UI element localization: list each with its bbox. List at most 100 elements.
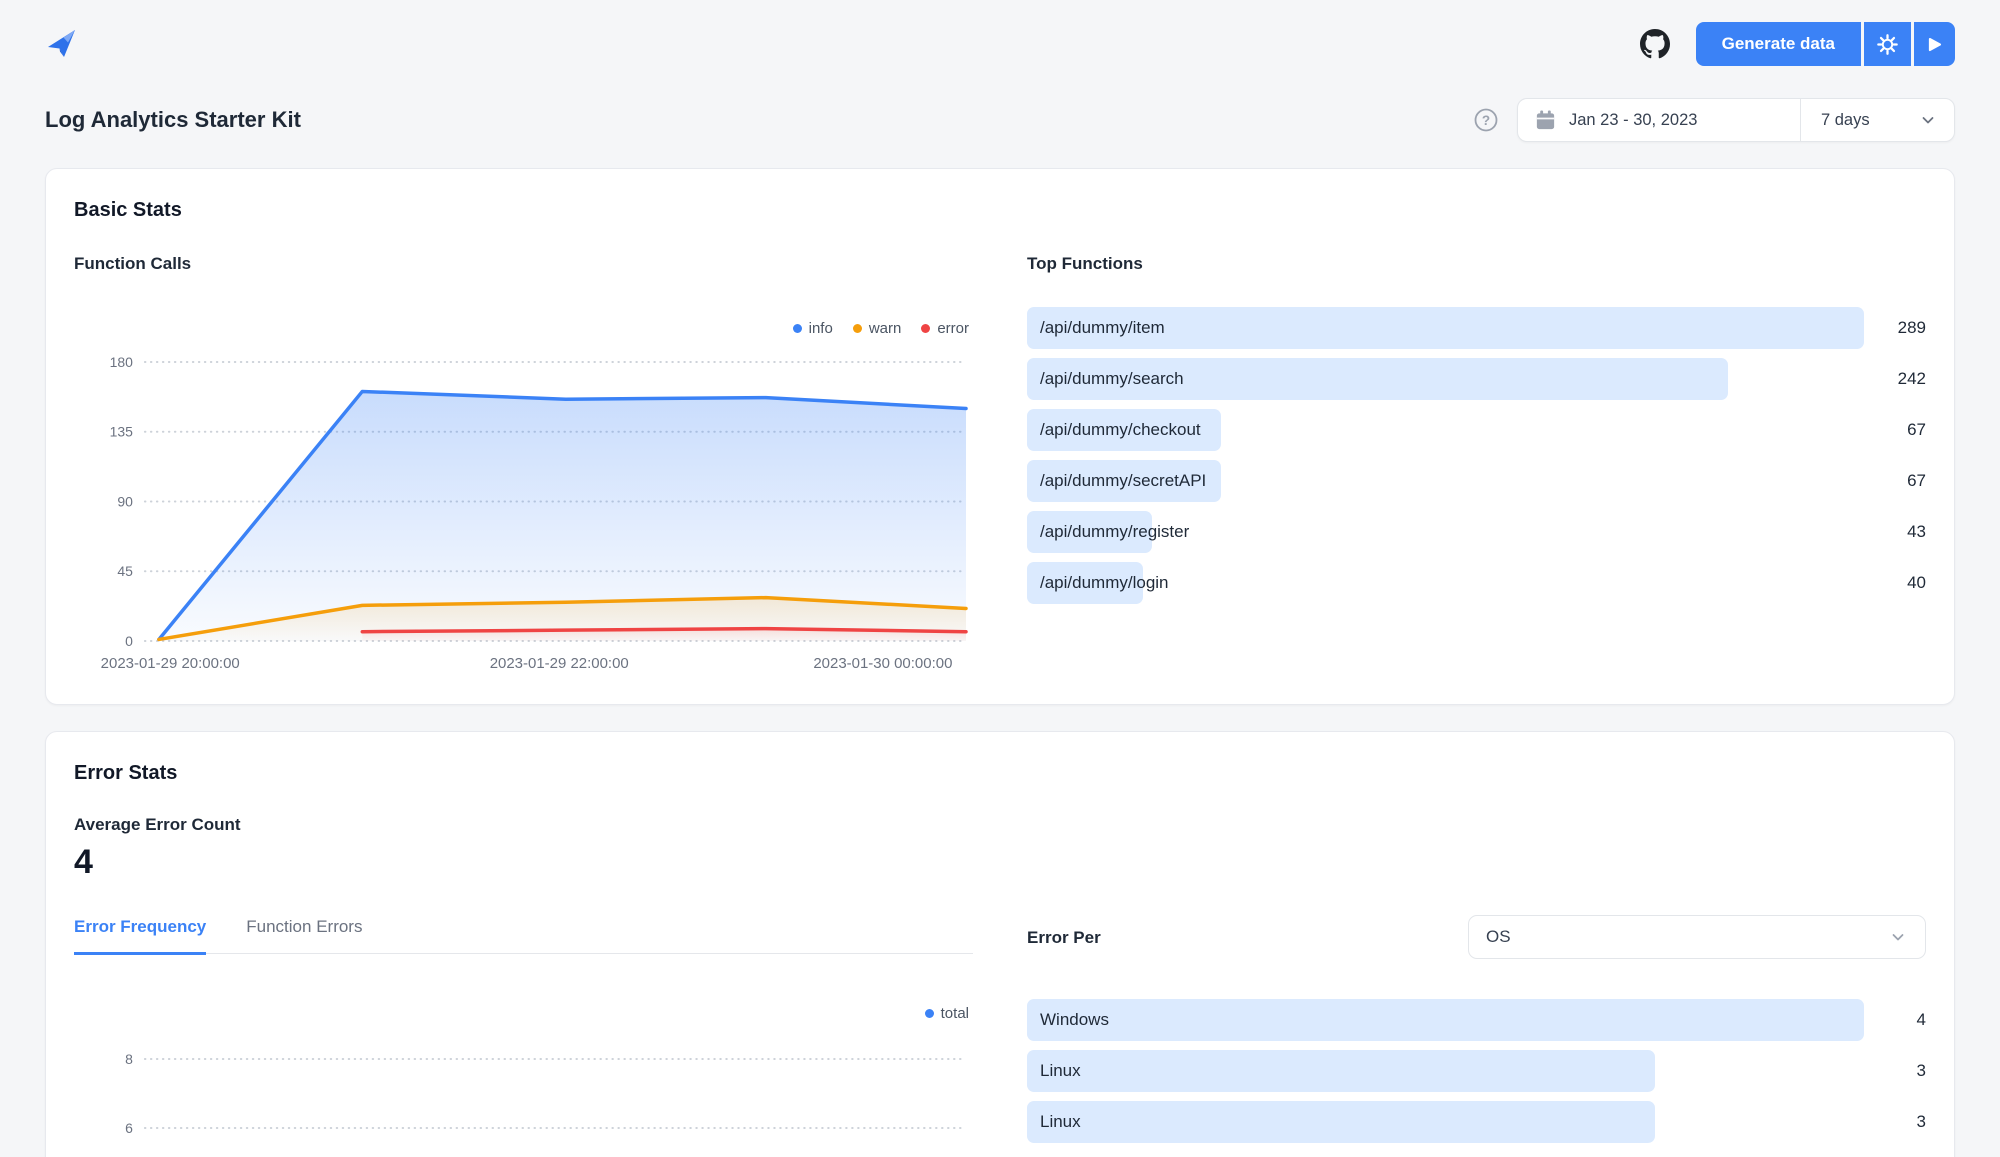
top-function-row: /api/dummy/register43 bbox=[1027, 511, 1926, 553]
legend-dot bbox=[921, 324, 930, 333]
error-per-row: Error Per OS bbox=[1027, 915, 1926, 959]
date-range-picker[interactable]: Jan 23 - 30, 2023 bbox=[1518, 99, 1800, 141]
top-function-row: /api/dummy/search242 bbox=[1027, 358, 1926, 400]
calendar-icon bbox=[1534, 109, 1557, 132]
function-calls-chart[interactable]: 180 135 90 45 0 2023-01-29 20:00:00 2023-01-29… bbox=[74, 344, 973, 676]
legend-item-info: info bbox=[793, 320, 833, 337]
gear-icon bbox=[1877, 34, 1898, 55]
bar-label: /api/dummy/login bbox=[1027, 562, 1864, 604]
bar-value: 3 bbox=[1864, 1112, 1926, 1132]
svg-text:6: 6 bbox=[125, 1120, 133, 1136]
top-nav: Generate data bbox=[0, 0, 2000, 66]
legend-label: total bbox=[941, 1005, 969, 1022]
top-function-row: /api/dummy/checkout67 bbox=[1027, 409, 1926, 451]
chevron-down-icon bbox=[1918, 110, 1938, 130]
legend-item-warn: warn bbox=[853, 320, 902, 337]
average-error-count-value: 4 bbox=[74, 843, 1926, 881]
basic-stats-card: Basic Stats Function Calls info warn err… bbox=[45, 168, 1955, 705]
error-per-bar-list: Windows4Linux3Linux3 bbox=[1027, 999, 1926, 1143]
bar-track: /api/dummy/item bbox=[1027, 307, 1864, 349]
bar-value: 242 bbox=[1864, 369, 1926, 389]
legend-dot bbox=[853, 324, 862, 333]
error-per-label: Error Per bbox=[1027, 926, 1101, 949]
github-icon[interactable] bbox=[1640, 29, 1670, 59]
bar-track: Linux bbox=[1027, 1101, 1864, 1143]
svg-text:0: 0 bbox=[125, 633, 133, 649]
bar-value: 43 bbox=[1864, 522, 1926, 542]
function-calls-legend: info warn error bbox=[74, 321, 969, 336]
action-button-group: Generate data bbox=[1696, 22, 1955, 66]
function-calls-panel: Function Calls info warn error 18 bbox=[74, 252, 973, 676]
svg-text:45: 45 bbox=[117, 563, 133, 579]
error-per-row-item: Linux3 bbox=[1027, 1050, 1926, 1092]
title-controls: ? Jan 23 - 30, 2023 7 days bbox=[1473, 98, 1955, 142]
error-frequency-legend: total bbox=[74, 1006, 969, 1021]
tab-function-errors[interactable]: Function Errors bbox=[246, 915, 362, 953]
legend-dot bbox=[793, 324, 802, 333]
help-icon[interactable]: ? bbox=[1473, 107, 1499, 133]
bar-track: /api/dummy/secretAPI bbox=[1027, 460, 1864, 502]
title-row: Log Analytics Starter Kit ? Jan 23 - 30,… bbox=[0, 66, 2000, 168]
error-per-select[interactable]: OS bbox=[1468, 915, 1926, 959]
bar-track: /api/dummy/register bbox=[1027, 511, 1864, 553]
run-button[interactable] bbox=[1914, 22, 1955, 66]
legend-item-total: total bbox=[925, 1005, 969, 1022]
bar-label: /api/dummy/checkout bbox=[1027, 409, 1864, 451]
top-functions-panel: Top Functions /api/dummy/item289/api/dum… bbox=[1027, 252, 1926, 676]
main-content: Basic Stats Function Calls info warn err… bbox=[0, 168, 2000, 1157]
bar-value: 3 bbox=[1864, 1061, 1926, 1081]
bar-track: /api/dummy/checkout bbox=[1027, 409, 1864, 451]
bar-label: /api/dummy/search bbox=[1027, 358, 1864, 400]
svg-text:2023-01-30 00:00:00: 2023-01-30 00:00:00 bbox=[813, 655, 952, 672]
legend-item-error: error bbox=[921, 320, 969, 337]
function-calls-title: Function Calls bbox=[74, 252, 973, 275]
error-per-row-item: Linux3 bbox=[1027, 1101, 1926, 1143]
svg-text:8: 8 bbox=[125, 1051, 133, 1067]
period-value: 7 days bbox=[1821, 111, 1870, 130]
bar-label: /api/dummy/register bbox=[1027, 511, 1864, 553]
bar-value: 289 bbox=[1864, 318, 1926, 338]
svg-text:2023-01-29 22:00:00: 2023-01-29 22:00:00 bbox=[490, 655, 629, 672]
bar-value: 4 bbox=[1864, 1010, 1926, 1030]
brand-logo-icon[interactable] bbox=[45, 27, 79, 61]
svg-text:?: ? bbox=[1482, 113, 1490, 128]
error-stats-title: Error Stats bbox=[74, 760, 1926, 787]
error-per-row-item: Windows4 bbox=[1027, 999, 1926, 1041]
bar-track: Windows bbox=[1027, 999, 1864, 1041]
error-frequency-chart[interactable]: 86 bbox=[74, 1029, 973, 1157]
generate-data-button[interactable]: Generate data bbox=[1696, 22, 1861, 66]
svg-text:2023-01-29 20:00:00: 2023-01-29 20:00:00 bbox=[101, 655, 240, 672]
page-title: Log Analytics Starter Kit bbox=[45, 107, 301, 133]
top-functions-bar-list: /api/dummy/item289/api/dummy/search242/a… bbox=[1027, 307, 1926, 604]
bar-track: /api/dummy/login bbox=[1027, 562, 1864, 604]
top-function-row: /api/dummy/login40 bbox=[1027, 562, 1926, 604]
average-error-count-label: Average Error Count bbox=[74, 815, 1926, 835]
basic-stats-title: Basic Stats bbox=[74, 197, 1926, 224]
chevron-down-icon bbox=[1888, 927, 1908, 947]
top-functions-title: Top Functions bbox=[1027, 252, 1926, 275]
svg-text:90: 90 bbox=[117, 493, 133, 509]
bar-value: 40 bbox=[1864, 573, 1926, 593]
legend-label: error bbox=[937, 320, 969, 337]
bar-label: /api/dummy/item bbox=[1027, 307, 1864, 349]
tab-error-frequency[interactable]: Error Frequency bbox=[74, 915, 206, 955]
bar-value: 67 bbox=[1864, 471, 1926, 491]
error-stats-card: Error Stats Average Error Count 4 Error … bbox=[45, 731, 1955, 1157]
bar-value: 67 bbox=[1864, 420, 1926, 440]
settings-button[interactable] bbox=[1864, 22, 1911, 66]
error-frequency-panel: Error Frequency Function Errors total 86 bbox=[74, 915, 973, 1157]
bar-label: Linux bbox=[1027, 1050, 1864, 1092]
bar-label: /api/dummy/secretAPI bbox=[1027, 460, 1864, 502]
bar-track: Linux bbox=[1027, 1050, 1864, 1092]
svg-text:180: 180 bbox=[110, 354, 134, 370]
legend-label: warn bbox=[869, 320, 902, 337]
top-function-row: /api/dummy/secretAPI67 bbox=[1027, 460, 1926, 502]
date-range-control: Jan 23 - 30, 2023 7 days bbox=[1517, 98, 1955, 142]
error-per-panel: Error Per OS Windows4Linux3Linux3 bbox=[1027, 915, 1926, 1157]
play-icon bbox=[1927, 37, 1942, 52]
period-select[interactable]: 7 days bbox=[1800, 99, 1954, 141]
legend-dot bbox=[925, 1009, 934, 1018]
error-stats-tabs: Error Frequency Function Errors bbox=[74, 915, 973, 954]
svg-text:135: 135 bbox=[110, 424, 134, 440]
bar-label: Windows bbox=[1027, 999, 1864, 1041]
